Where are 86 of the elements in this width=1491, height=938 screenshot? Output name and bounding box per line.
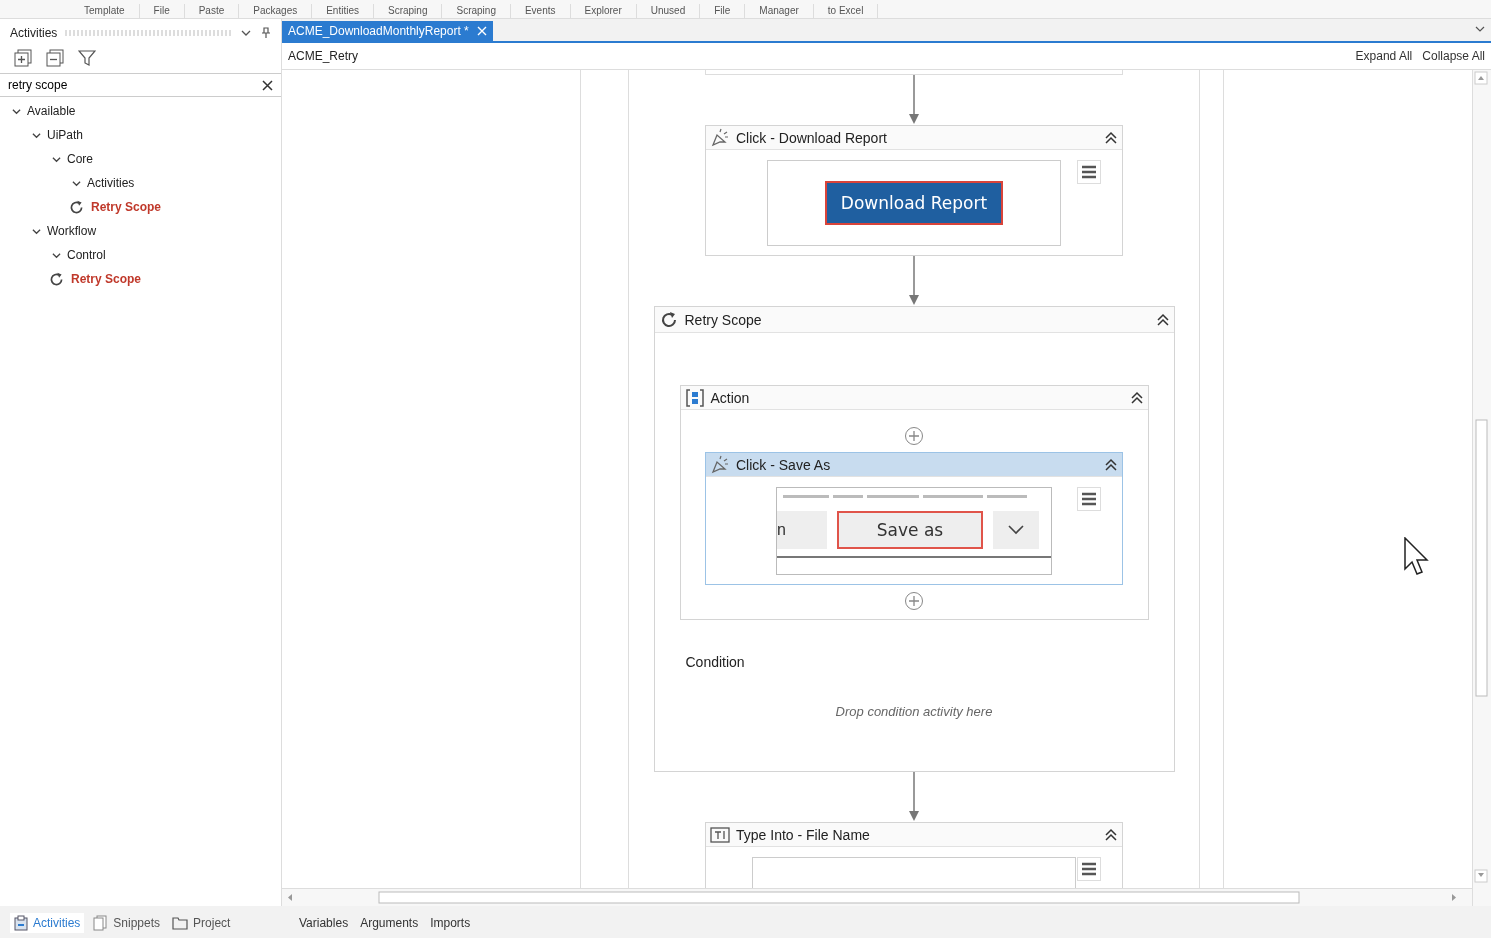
menu-icon[interactable]: [1077, 857, 1101, 881]
activity-card[interactable]: Click - Download Report Download Report: [705, 125, 1123, 256]
close-icon[interactable]: [262, 79, 273, 91]
designer-tab[interactable]: Arguments: [356, 913, 423, 932]
designer-tab[interactable]: Imports: [426, 913, 475, 932]
collapse-icon[interactable]: [1155, 312, 1170, 327]
document-tab[interactable]: ACME_DownloadMonthlyReport *: [282, 21, 493, 41]
mouse-cursor-icon: [1404, 537, 1432, 577]
retry-icon: [68, 198, 85, 216]
menu-icon[interactable]: [1077, 160, 1101, 184]
panel-tab[interactable]: Snippets: [88, 912, 165, 933]
action-title: Action: [710, 389, 751, 406]
panel-title: Activities: [10, 26, 58, 40]
activity-title: Click - Save As: [736, 456, 832, 473]
toolbar-item[interactable]: Events: [510, 4, 571, 18]
connector-arrow: [908, 75, 920, 125]
toolbar-item[interactable]: Scraping: [442, 4, 511, 18]
toolbar-item[interactable]: File: [700, 4, 746, 18]
tree-item[interactable]: Core: [67, 152, 93, 166]
tree-item[interactable]: Control: [67, 248, 106, 262]
breadcrumb[interactable]: ACME_Retry: [288, 49, 358, 63]
cropped-button: n: [777, 511, 827, 549]
tree-item[interactable]: UiPath: [47, 128, 84, 142]
pointer-click-icon: [710, 454, 730, 475]
drop-hint: Drop condition activity here: [835, 704, 993, 719]
chevron-icon[interactable]: [52, 250, 61, 260]
chevron-icon[interactable]: [72, 178, 81, 188]
toolbar-item[interactable]: File: [139, 4, 185, 18]
pages-icon: [92, 914, 109, 931]
chevron-down-icon: [1008, 525, 1024, 535]
chevron-down-icon[interactable]: [1475, 25, 1485, 33]
toolbar-item[interactable]: Manager: [745, 4, 814, 18]
text-field-icon: [710, 825, 730, 844]
pin-icon[interactable]: [261, 27, 271, 39]
tree-item[interactable]: Activities: [87, 176, 135, 190]
add-activity-icon[interactable]: [904, 591, 924, 611]
horizontal-scrollbar[interactable]: [282, 888, 1472, 906]
collapse-icon[interactable]: [1104, 457, 1118, 472]
toolbar-item[interactable]: Scraping: [374, 4, 443, 18]
chevron-icon[interactable]: [12, 106, 21, 116]
toolbar-item[interactable]: to Excel: [813, 4, 879, 18]
toolbar-item[interactable]: Explorer: [570, 4, 637, 18]
chevron-icon[interactable]: [32, 130, 41, 140]
activity-item[interactable]: Retry Scope: [71, 272, 142, 286]
collapse-icon[interactable]: [1104, 130, 1118, 145]
vertical-scrollbar[interactable]: [1472, 70, 1491, 906]
activity-title: Type Into - File Name: [736, 826, 871, 843]
save-as-button: Save as: [837, 511, 983, 549]
condition-label: Condition: [685, 654, 745, 670]
collapse-icon[interactable]: [1104, 827, 1118, 842]
search-field[interactable]: retry scope: [8, 78, 262, 92]
activity-card[interactable]: Type Into - File Name: [705, 822, 1123, 888]
view-action-link[interactable]: Expand All: [1355, 49, 1413, 63]
folder-icon: [172, 915, 189, 930]
activity-item[interactable]: Retry Scope: [91, 200, 162, 214]
add-activity-icon[interactable]: [904, 426, 924, 446]
panel-tab[interactable]: Project: [168, 913, 235, 932]
chevron-icon[interactable]: [52, 154, 61, 164]
collapse-icon[interactable]: [1129, 390, 1144, 405]
clipboard-icon: [14, 914, 28, 931]
menu-icon[interactable]: [1077, 487, 1101, 511]
toolbar-item[interactable]: Entities: [312, 4, 374, 18]
toolbar-item[interactable]: Unused: [636, 4, 701, 18]
filter-icon[interactable]: [78, 49, 96, 67]
activity-title: Retry Scope: [684, 311, 763, 328]
designer-tab[interactable]: Variables: [295, 913, 353, 932]
tree-item[interactable]: Workflow: [47, 224, 97, 238]
panel-tab[interactable]: Activities: [10, 912, 85, 933]
chevron-icon[interactable]: [32, 226, 41, 236]
retry-icon: [48, 270, 65, 288]
toolbar-item[interactable]: Packages: [239, 4, 313, 18]
activity-title: Click - Download Report: [736, 129, 888, 146]
collapse-all-icon[interactable]: [46, 49, 64, 67]
tree-item[interactable]: Available: [27, 104, 76, 118]
retry-scope-card[interactable]: Retry Scope Action Click - Save As n Save as Condition Drop condition activity here: [653, 306, 1175, 772]
connector-arrow: [908, 256, 920, 306]
download-report-button: Download Report: [824, 181, 1004, 225]
connector-arrow: [908, 772, 920, 822]
toolbar-item[interactable]: Template: [70, 4, 140, 18]
activity-card[interactable]: Click - Save As n Save as: [705, 452, 1123, 585]
sequence-icon: [684, 387, 705, 408]
pointer-click-icon: [710, 127, 730, 148]
toolbar-item[interactable]: Paste: [184, 4, 240, 18]
chevron-down-icon[interactable]: [241, 29, 251, 37]
view-action-link[interactable]: Collapse All: [1422, 49, 1485, 63]
expand-all-icon[interactable]: [14, 49, 32, 67]
